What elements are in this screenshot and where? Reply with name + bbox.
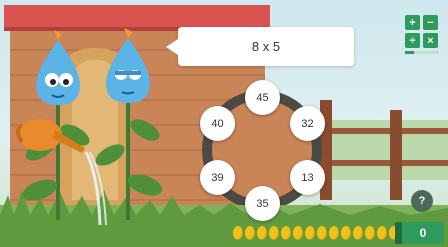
progress-bar xyxy=(405,51,439,54)
coin-icon xyxy=(269,226,279,240)
answer-option[interactable]: 40 xyxy=(200,106,235,141)
plus-icon[interactable]: + xyxy=(405,15,420,30)
help-button[interactable]: ? xyxy=(411,190,433,212)
coin-icon xyxy=(365,226,375,240)
question-text: 8 x 5 xyxy=(251,39,281,54)
answer-option[interactable]: 35 xyxy=(245,186,280,221)
coin-icon xyxy=(233,226,243,240)
coin-icon xyxy=(329,226,339,240)
coin-icon xyxy=(317,226,327,240)
game-scene: 8 x 5 45 32 13 35 39 40 + − ÷ × ? 0 xyxy=(0,0,448,247)
operations-panel: + − ÷ × xyxy=(405,15,439,49)
coin-icon xyxy=(377,226,387,240)
answer-option[interactable]: 13 xyxy=(290,160,325,195)
answer-option[interactable]: 32 xyxy=(290,106,325,141)
coin-icon xyxy=(281,226,291,240)
coin-icon xyxy=(341,226,351,240)
answer-option[interactable]: 39 xyxy=(200,160,235,195)
times-icon[interactable]: × xyxy=(423,33,438,48)
coin-icon xyxy=(293,226,303,240)
coin-icon xyxy=(305,226,315,240)
coin-icon xyxy=(257,226,267,240)
progress-fill xyxy=(405,51,414,54)
coin-icon xyxy=(353,226,363,240)
divide-icon[interactable]: ÷ xyxy=(405,33,420,48)
answer-option[interactable]: 45 xyxy=(245,80,280,115)
score-counter: 0 xyxy=(395,222,444,244)
minus-icon[interactable]: − xyxy=(423,15,438,30)
question-bubble: 8 x 5 xyxy=(166,27,354,66)
coin-icon xyxy=(245,226,255,240)
